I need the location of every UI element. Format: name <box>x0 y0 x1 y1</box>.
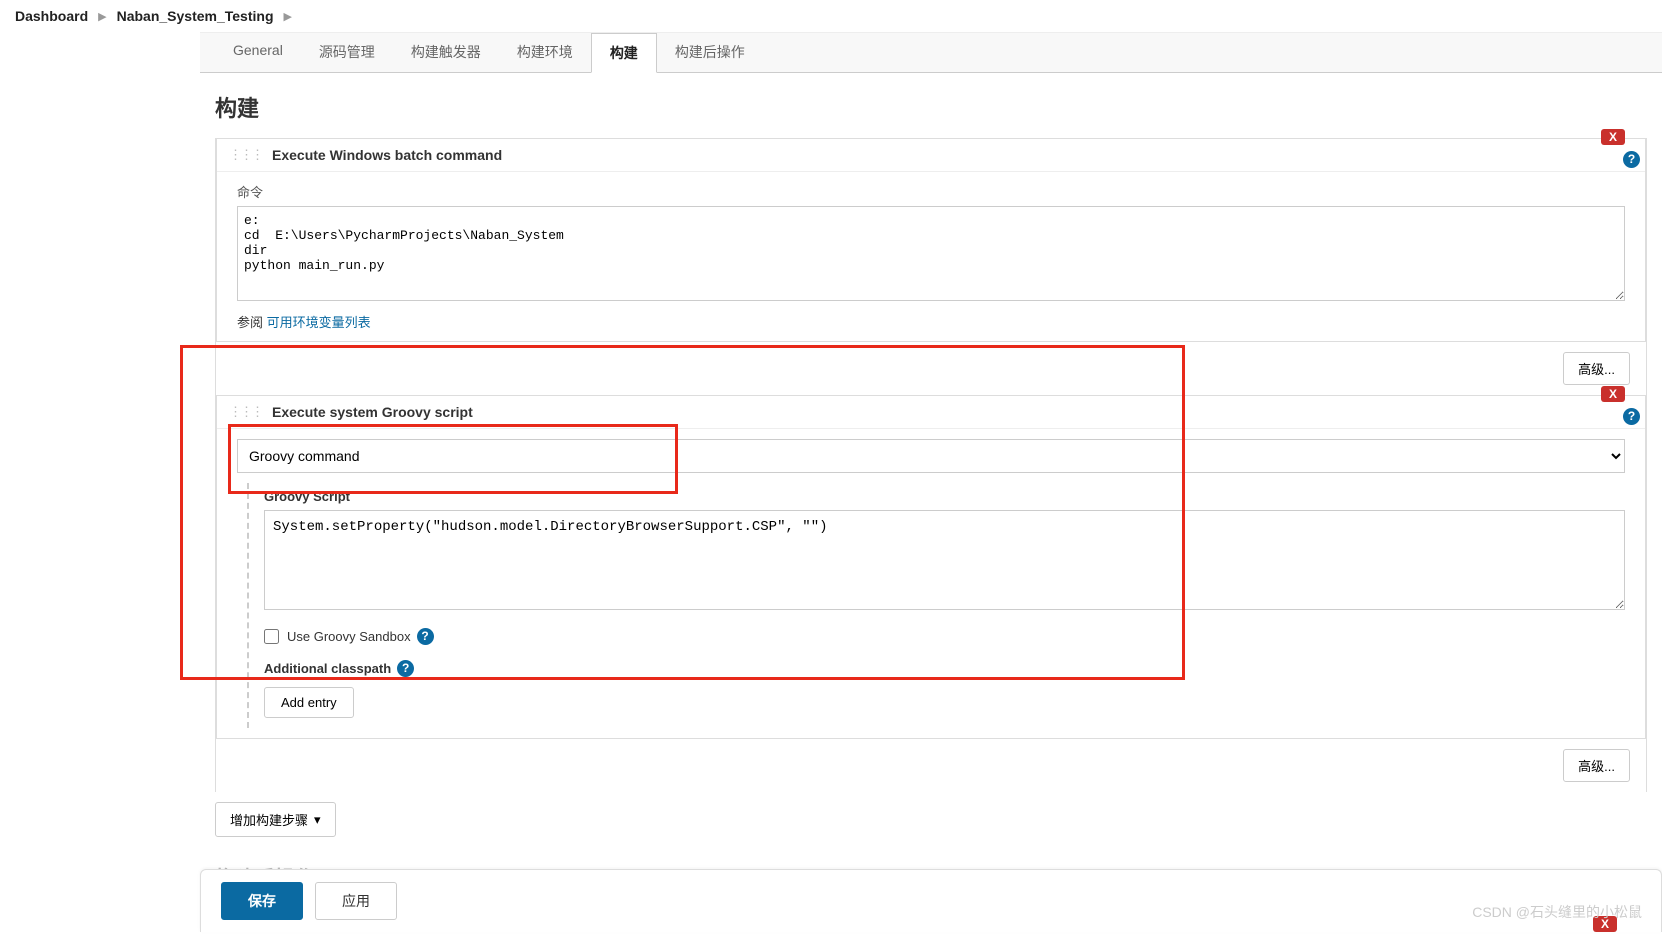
help-icon[interactable]: ? <box>397 660 414 677</box>
breadcrumb: Dashboard ▶ Naban_System_Testing ▶ <box>0 0 1662 32</box>
chevron-down-icon: ▾ <box>314 812 321 828</box>
step-title: Execute system Groovy script <box>272 404 473 420</box>
chevron-right-icon: ▶ <box>98 10 106 23</box>
section-title-build: 构建 <box>215 91 1647 123</box>
delete-step-button[interactable]: X <box>1601 129 1625 145</box>
apply-button[interactable]: 应用 <box>315 882 397 920</box>
groovy-script-input[interactable] <box>264 510 1625 610</box>
build-step-groovy: X ? ⋮⋮⋮ Execute system Groovy script Gro… <box>216 395 1646 739</box>
env-vars-link[interactable]: 可用环境变量列表 <box>267 315 371 330</box>
tab-build[interactable]: 构建 <box>591 33 657 73</box>
add-build-step-button[interactable]: 增加构建步骤 ▾ <box>215 802 336 837</box>
config-tabs: General 源码管理 构建触发器 构建环境 构建 构建后操作 <box>200 32 1662 73</box>
tab-env[interactable]: 构建环境 <box>499 33 591 72</box>
sandbox-checkbox[interactable] <box>264 629 279 644</box>
delete-step-button[interactable]: X <box>1601 386 1625 402</box>
build-step-batch: X ? ⋮⋮⋮ Execute Windows batch command 命令… <box>216 138 1646 342</box>
tab-triggers[interactable]: 构建触发器 <box>393 33 499 72</box>
groovy-script-label: Groovy Script <box>264 483 1625 510</box>
tab-post[interactable]: 构建后操作 <box>657 33 763 72</box>
advanced-button[interactable]: 高级... <box>1563 352 1630 385</box>
drag-handle-icon[interactable]: ⋮⋮⋮ <box>229 147 262 163</box>
add-entry-button[interactable]: Add entry <box>264 687 354 718</box>
help-icon[interactable]: ? <box>1623 151 1640 168</box>
help-icon[interactable]: ? <box>1623 408 1640 425</box>
groovy-type-select[interactable]: Groovy command <box>237 439 1625 473</box>
command-label: 命令 <box>237 182 1625 201</box>
watermark-text: CSDN @石头缝里的小松鼠 <box>1472 902 1642 922</box>
breadcrumb-dashboard[interactable]: Dashboard <box>15 8 88 24</box>
sandbox-label: Use Groovy Sandbox <box>287 629 411 644</box>
tab-scm[interactable]: 源码管理 <box>301 33 393 72</box>
groovy-nested-block: Groovy Script Use Groovy Sandbox ? Addit… <box>247 483 1625 728</box>
advanced-button[interactable]: 高级... <box>1563 749 1630 782</box>
tab-general[interactable]: General <box>215 33 301 72</box>
batch-command-input[interactable] <box>237 206 1625 301</box>
step-title: Execute Windows batch command <box>272 147 502 163</box>
reference-prefix: 参阅 <box>237 315 267 330</box>
classpath-label: Additional classpath <box>264 661 391 676</box>
chevron-right-icon: ▶ <box>284 10 292 23</box>
bottom-action-bar: 保存 应用 <box>200 869 1662 932</box>
drag-handle-icon[interactable]: ⋮⋮⋮ <box>229 404 262 420</box>
breadcrumb-job[interactable]: Naban_System_Testing <box>117 8 274 24</box>
help-icon[interactable]: ? <box>417 628 434 645</box>
save-button[interactable]: 保存 <box>221 882 303 920</box>
